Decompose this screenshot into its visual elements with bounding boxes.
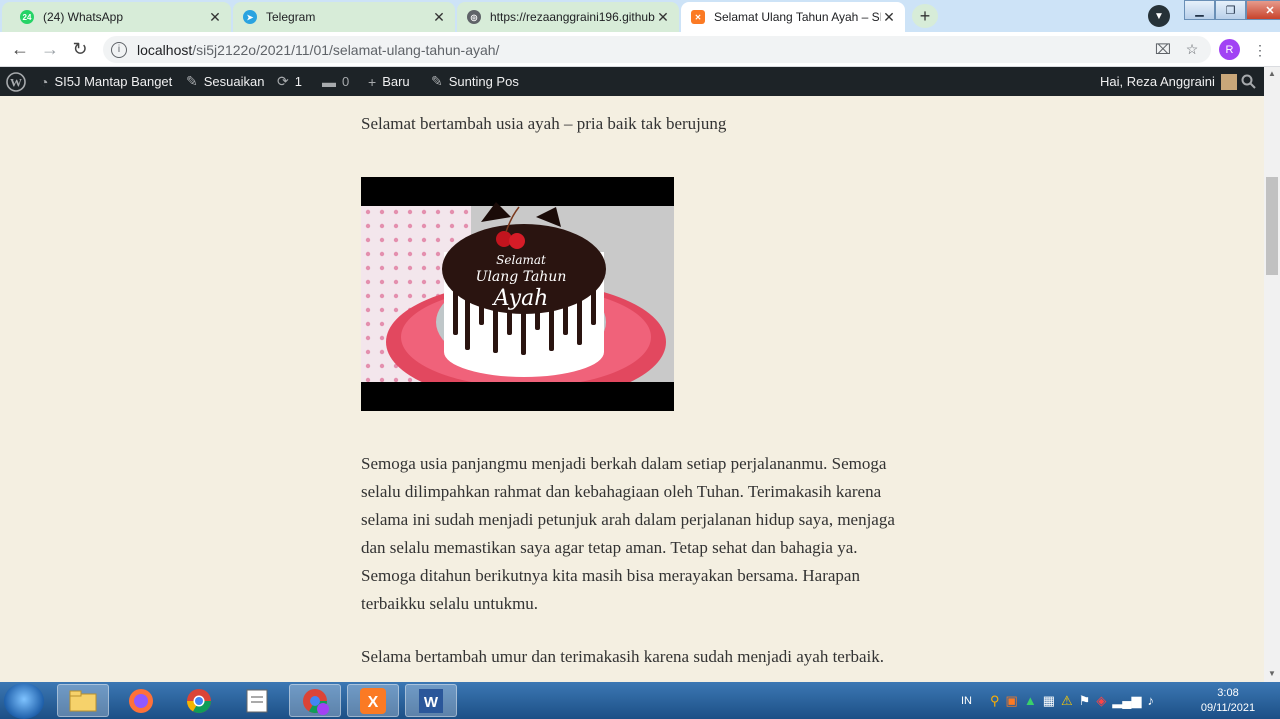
scroll-up-icon[interactable]: ▲: [1264, 67, 1280, 79]
clock-time: 3:08: [1217, 687, 1239, 699]
clock-date: 09/11/2021: [1200, 702, 1256, 714]
tab-title: Selamat Ulang Tahun Ayah – SI5J Mantap B…: [714, 10, 881, 24]
close-icon[interactable]: ✕: [207, 9, 223, 26]
start-button[interactable]: [4, 683, 44, 719]
minimize-button[interactable]: ▁: [1184, 0, 1215, 20]
body-paragraph-2: Selama bertambah umur dan terimakasih ka…: [361, 647, 885, 666]
updates-link[interactable]: ⟳ 1: [277, 67, 302, 96]
tab-strip: 24 (24) WhatsApp ✕ ➤ Telegram ✕ ◎ https:…: [0, 0, 1280, 32]
volume-icon[interactable]: ♪: [1148, 693, 1155, 708]
my-account-link[interactable]: Hai, Reza Anggraini: [1100, 67, 1237, 96]
cake-text-1: Selamat: [496, 253, 546, 267]
tab-title: https://rezaanggraini196.github.io: [490, 10, 655, 24]
whatsapp-icon: 24: [20, 10, 34, 24]
system-tray: ⚲ ▣ ▲ ▦ ⚠ ⚑ ◈ ▂▄▆ ♪: [990, 682, 1154, 719]
new-content-link[interactable]: + Baru: [368, 67, 410, 96]
explorer-icon[interactable]: [57, 684, 109, 717]
plus-icon: +: [368, 73, 377, 90]
tab-telegram[interactable]: ➤ Telegram ✕: [233, 2, 455, 32]
comments-count: 0: [342, 74, 350, 89]
xampp-tray-icon[interactable]: ▣: [1006, 693, 1018, 709]
address-bar[interactable]: i localhost/si5j2122o/2021/11/01/selamat…: [103, 36, 1211, 63]
url-path: /si5j2122o/2021/11/01/selamat-ulang-tahu…: [192, 41, 500, 58]
wordpress-logo-icon[interactable]: W: [6, 67, 26, 96]
translate-icon[interactable]: ⌧: [1154, 40, 1172, 58]
back-icon[interactable]: ←: [10, 39, 30, 59]
xampp-taskbar-icon[interactable]: X: [347, 684, 399, 717]
telegram-icon: ➤: [243, 10, 257, 24]
site-name-link[interactable]: ◔ SI5J Mantap Banget: [40, 67, 172, 96]
tab-github[interactable]: ◎ https://rezaanggraini196.github.io ✕: [457, 2, 679, 32]
cake-image: Selamat Ulang Tahun Ayah: [361, 177, 674, 411]
forward-icon[interactable]: →: [40, 39, 60, 59]
tab-active-post[interactable]: ✕ Selamat Ulang Tahun Ayah – SI5J Mantap…: [681, 2, 905, 32]
globe-icon: ◎: [467, 10, 481, 24]
svg-text:W: W: [424, 694, 439, 711]
firefox-icon[interactable]: [115, 684, 167, 717]
browser-toolbar: ← → ↻ i localhost/si5j2122o/2021/11/01/s…: [0, 32, 1280, 67]
profile-avatar[interactable]: R: [1219, 39, 1240, 60]
action-center-icon[interactable]: ⚑: [1079, 693, 1091, 709]
greeting: Hai, Reza Anggraini: [1100, 74, 1215, 89]
pencil-icon: ✎: [431, 73, 443, 89]
cake-text-2: Ulang Tahun: [476, 269, 567, 285]
user-avatar: [1220, 73, 1237, 90]
windows-taskbar: X W IN ⚲ ▣ ▲ ▦ ⚠ ⚑ ◈ ▂▄▆ ♪ 3:08 09/11/20…: [0, 682, 1280, 719]
drive-tray-icon[interactable]: ▲: [1024, 693, 1037, 708]
customize-label: Sesuaikan: [203, 74, 265, 89]
close-icon[interactable]: ✕: [881, 9, 897, 26]
comments-link[interactable]: ▬ 0: [322, 67, 349, 96]
reload-icon[interactable]: ↻: [70, 39, 90, 59]
cake-text-3: Ayah: [492, 286, 549, 311]
antivirus-icon[interactable]: ◈: [1096, 693, 1106, 709]
search-tray-icon[interactable]: ⚲: [990, 693, 1000, 709]
info-icon[interactable]: i: [111, 41, 127, 58]
new-tab-button[interactable]: +: [912, 4, 938, 28]
tab-search-icon[interactable]: ▼: [1148, 5, 1170, 27]
comment-icon: ▬: [322, 73, 336, 90]
svg-text:X: X: [368, 694, 379, 711]
close-window-button[interactable]: ✕: [1246, 0, 1280, 20]
maximize-button[interactable]: ❐: [1215, 0, 1246, 20]
chrome-profile-icon[interactable]: [289, 684, 341, 717]
dashboard-icon: ◔: [40, 73, 49, 90]
clock[interactable]: 3:08 09/11/2021: [1196, 686, 1260, 716]
scroll-down-icon[interactable]: ▼: [1264, 667, 1280, 679]
search-icon[interactable]: [1241, 67, 1256, 96]
tab-title: (24) WhatsApp: [43, 10, 124, 24]
site-name: SI5J Mantap Banget: [54, 74, 173, 89]
edit-post-link[interactable]: ✎ Sunting Pos: [431, 67, 519, 96]
page-scrollbar[interactable]: ▲ ▼: [1264, 67, 1280, 682]
language-label: IN: [961, 694, 972, 707]
svg-text:W: W: [10, 75, 22, 89]
tab-whatsapp[interactable]: 24 (24) WhatsApp ✕: [2, 2, 231, 32]
brush-icon: ✎: [186, 73, 198, 89]
signal-icon[interactable]: ▂▄▆: [1112, 693, 1141, 709]
tab-title: Telegram: [266, 10, 316, 24]
close-icon[interactable]: ✕: [431, 9, 447, 26]
body-paragraph: Semoga usia panjangmu menjadi berkah dal…: [361, 454, 895, 613]
close-icon[interactable]: ✕: [655, 9, 671, 26]
bookmark-star-icon[interactable]: ☆: [1183, 40, 1201, 58]
warning-icon[interactable]: ⚠: [1061, 693, 1073, 709]
word-icon[interactable]: W: [405, 684, 457, 717]
menu-icon[interactable]: ⋮: [1251, 41, 1269, 59]
customize-link[interactable]: ✎ Sesuaikan: [186, 67, 264, 96]
network-device-icon[interactable]: ▦: [1043, 693, 1055, 709]
chrome-icon[interactable]: [173, 684, 225, 717]
notepad-icon[interactable]: [231, 684, 283, 717]
language-indicator[interactable]: IN: [961, 682, 972, 719]
url-host: localhost: [137, 41, 193, 58]
scrollbar-thumb[interactable]: [1266, 177, 1278, 275]
video-embed[interactable]: Selamat Ulang Tahun Ayah: [361, 177, 674, 411]
updates-icon: ⟳: [277, 73, 289, 89]
updates-count: 1: [294, 74, 302, 89]
edit-label: Sunting Pos: [448, 74, 519, 89]
intro-text: Selamat bertambah usia ayah – pria baik …: [361, 114, 727, 133]
new-label: Baru: [382, 74, 410, 89]
window-controls: ▁ ❐ ✕: [1184, 0, 1280, 20]
xampp-icon: ✕: [691, 10, 705, 24]
wp-admin-bar: W ◔ SI5J Mantap Banget ✎ Sesuaikan ⟳ 1 ▬…: [0, 67, 1264, 96]
